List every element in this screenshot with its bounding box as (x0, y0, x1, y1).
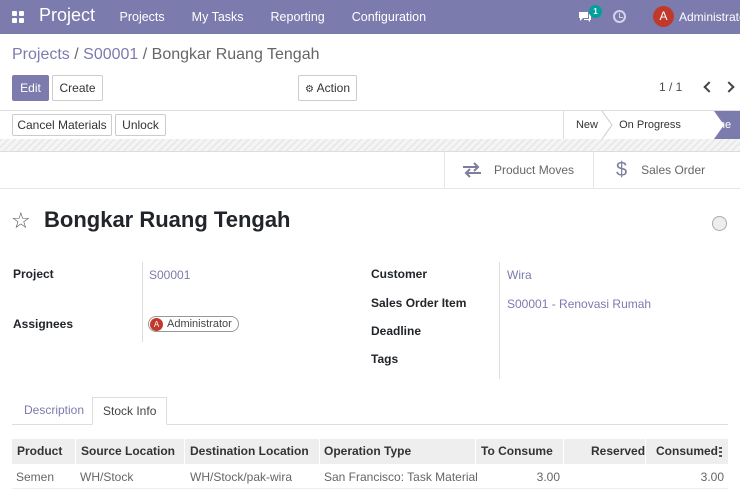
table-header: Product Source Location Destination Loca… (12, 439, 728, 464)
stage-new[interactable]: New (566, 111, 608, 139)
breadcrumb-sales-order[interactable]: S00001 (83, 46, 138, 63)
cell-to-consume: 3.00 (536, 470, 560, 484)
favorite-star-icon[interactable]: ☆ (11, 209, 31, 233)
sales-order-button[interactable]: $ Sales Order (593, 152, 740, 188)
column-product[interactable]: Product (17, 439, 62, 464)
column-separator (563, 439, 564, 464)
cell-operation-type: San Francisco: Task Material (324, 470, 478, 484)
action-label: Action (316, 81, 350, 95)
breadcrumb-separator: / (138, 46, 152, 63)
cell-source-location: WH/Stock (80, 470, 134, 484)
column-separator (75, 439, 76, 464)
record-title: Bongkar Ruang Tengah (44, 207, 291, 232)
menu-projects[interactable]: Projects (106, 0, 178, 34)
apps-grid-icon[interactable] (12, 11, 25, 24)
assignees-label: Assignees (13, 317, 74, 331)
user-menu-name[interactable]: Administrator (679, 0, 740, 34)
column-destination-location[interactable]: Destination Location (190, 439, 309, 464)
unlock-button[interactable]: Unlock (115, 114, 166, 136)
column-separator (184, 439, 185, 464)
cell-product: Semen (16, 470, 55, 484)
tags-label: Tags (371, 352, 399, 366)
project-label: Project (13, 267, 54, 281)
assignee-tag[interactable]: A Administrator (148, 316, 239, 332)
stage-on-progress[interactable]: On Progress (612, 111, 688, 139)
create-button[interactable]: Create (52, 75, 103, 101)
field-separator (499, 262, 500, 379)
main-menu: Projects My Tasks Reporting Configuratio… (106, 0, 440, 34)
action-button[interactable]: ⚙ Action (298, 75, 357, 101)
menu-my-tasks[interactable]: My Tasks (178, 0, 257, 34)
customer-value[interactable]: Wira (507, 268, 532, 282)
column-source-location[interactable]: Source Location (81, 439, 175, 464)
chat-count-badge: 1 (589, 5, 602, 18)
smart-button-row: Product Moves $ Sales Order (0, 152, 740, 189)
cell-reserved (565, 465, 641, 489)
breadcrumb-separator: / (69, 46, 84, 63)
column-operation-type[interactable]: Operation Type (324, 439, 411, 464)
dollar-icon: $ (616, 158, 628, 181)
assignee-avatar: A (150, 317, 163, 331)
cancel-materials-button[interactable]: Cancel Materials (12, 114, 112, 136)
pager-next-icon[interactable] (724, 81, 736, 93)
product-moves-label: Product Moves (494, 163, 575, 177)
pager-value[interactable]: 1 / 1 (659, 80, 682, 94)
column-separator (475, 439, 476, 464)
product-moves-button[interactable]: Product Moves (444, 152, 593, 188)
column-options-icon[interactable] (719, 447, 722, 457)
customer-label: Customer (371, 267, 428, 281)
gear-icon: ⚙ (305, 84, 314, 95)
column-reserved[interactable]: Reserved (591, 439, 645, 464)
breadcrumb-current: Bongkar Ruang Tengah (151, 46, 320, 63)
sales-order-item-value[interactable]: S00001 - Renovasi Rumah (507, 297, 651, 311)
field-separator (142, 262, 143, 342)
cell-consumed: 3.00 (700, 470, 724, 484)
project-value[interactable]: S00001 (149, 268, 190, 282)
tab-description[interactable]: Description (14, 397, 94, 425)
app-brand[interactable]: Project (39, 5, 95, 26)
sales-order-label: Sales Order (641, 163, 706, 177)
activity-clock-icon[interactable] (613, 10, 626, 23)
tab-stock-info[interactable]: Stock Info (92, 397, 168, 425)
cell-destination-location: WH/Stock/pak-wira (190, 470, 293, 484)
column-to-consume[interactable]: To Consume (481, 439, 553, 464)
transfer-arrows-icon (463, 162, 481, 178)
stage-done[interactable]: Done (698, 111, 738, 139)
column-separator (319, 439, 320, 464)
sheet-background (0, 139, 740, 152)
menu-configuration[interactable]: Configuration (338, 0, 439, 34)
breadcrumb-projects[interactable]: Projects (12, 46, 70, 63)
deadline-label: Deadline (371, 324, 422, 338)
top-navbar: Project Projects My Tasks Reporting Conf… (0, 0, 740, 34)
pager-previous-icon[interactable] (702, 81, 714, 93)
menu-reporting[interactable]: Reporting (257, 0, 338, 34)
column-consumed[interactable]: Consumed (656, 439, 718, 464)
column-separator (645, 439, 646, 464)
kanban-state-icon[interactable] (712, 216, 727, 231)
breadcrumb: Projects / S00001 / Bongkar Ruang Tengah (12, 46, 320, 64)
edit-button[interactable]: Edit (12, 75, 49, 101)
assignee-name: Administrator (167, 318, 232, 330)
user-avatar[interactable]: A (653, 6, 674, 27)
sales-order-item-label: Sales Order Item (371, 296, 467, 310)
